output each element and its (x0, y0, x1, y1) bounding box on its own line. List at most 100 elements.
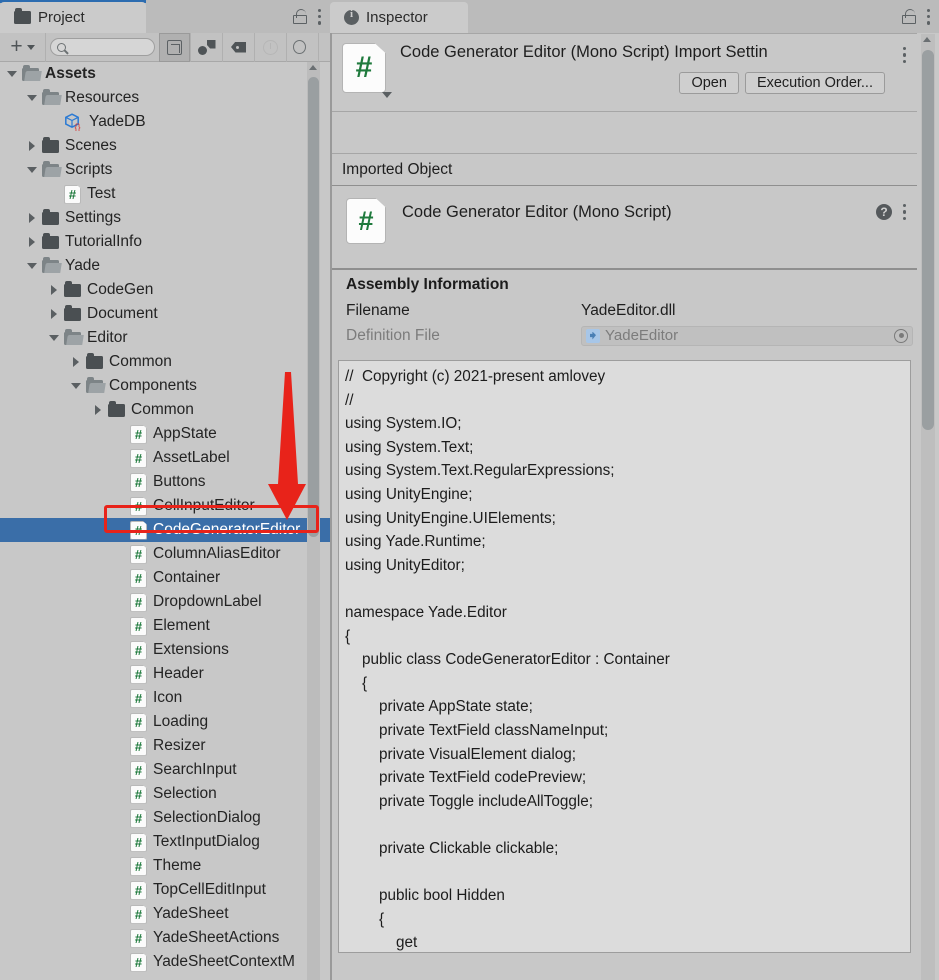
kebab-menu-icon[interactable] (903, 204, 907, 220)
tree-row-icon: # (130, 640, 147, 660)
tree-row-icon: # (130, 520, 147, 540)
tree-row[interactable]: # TextInputDialog (0, 830, 330, 854)
tree-twisty-expanded[interactable] (2, 71, 22, 77)
tree-twisty-expanded[interactable] (22, 263, 42, 269)
tree-twisty-collapsed[interactable] (44, 309, 64, 319)
tree-row[interactable]: # TopCellEditInput (0, 878, 330, 902)
tree-row[interactable]: Scenes (0, 134, 330, 158)
tree-row[interactable]: Document (0, 302, 330, 326)
assembly-filename-row: Filename YadeEditor.dll (332, 298, 917, 323)
tree-row[interactable]: # Selection (0, 782, 330, 806)
tree-row[interactable]: # ColumnAliasEditor (0, 542, 330, 566)
tree-row[interactable]: # CellInputEditor (0, 494, 330, 518)
project-vertical-scrollbar[interactable] (307, 62, 320, 980)
tree-row[interactable]: # AssetLabel (0, 446, 330, 470)
tab-inspector[interactable]: Inspector (330, 2, 468, 33)
tree-row[interactable]: Common (0, 398, 330, 422)
history-button[interactable] (255, 32, 287, 62)
kebab-menu-icon[interactable] (927, 8, 931, 25)
execution-order-button[interactable]: Execution Order... (744, 72, 885, 94)
folder-icon (42, 136, 59, 153)
tree-row-icon: # (130, 544, 147, 564)
asset-dropdown-caret-icon[interactable] (382, 92, 392, 98)
tree-row[interactable]: # Container (0, 566, 330, 590)
search-input-field[interactable] (70, 41, 148, 53)
tree-row[interactable]: Yade (0, 254, 330, 278)
tree-row-selected[interactable]: # CodeGeneratorEditor (0, 518, 330, 542)
tree-row[interactable]: # Theme (0, 854, 330, 878)
tree-row[interactable]: # Resizer (0, 734, 330, 758)
tree-twisty-expanded[interactable] (66, 383, 86, 389)
scroll-up-arrow-icon[interactable] (923, 37, 931, 42)
tree-row[interactable]: # SelectionDialog (0, 806, 330, 830)
tree-row-icon: # (64, 184, 81, 204)
filter-by-type-button[interactable] (191, 32, 223, 62)
tree-row[interactable]: TutorialInfo (0, 230, 330, 254)
tree-twisty-collapsed[interactable] (44, 285, 64, 295)
tree-twisty-expanded[interactable] (22, 167, 42, 173)
tree-row[interactable]: # Test (0, 182, 330, 206)
tree-row-icon (64, 328, 81, 345)
tree-twisty-collapsed[interactable] (22, 141, 42, 151)
tree-twisty-collapsed[interactable] (66, 357, 86, 367)
script-source-preview[interactable]: // Copyright (c) 2021-present amlovey //… (338, 360, 911, 953)
tree-row[interactable]: CodeGen (0, 278, 330, 302)
target-icon[interactable] (894, 328, 908, 343)
scroll-up-arrow-icon[interactable] (309, 65, 317, 70)
tree-row[interactable]: Settings (0, 206, 330, 230)
filter-by-label-button[interactable] (223, 32, 255, 62)
tree-row-label: Extensions (153, 641, 229, 658)
tree-row[interactable]: # DropdownLabel (0, 590, 330, 614)
tree-row[interactable]: Components (0, 374, 330, 398)
assembly-definition-file-row: Definition File YadeEditor (332, 323, 917, 348)
scrollbar-thumb[interactable] (308, 77, 319, 537)
tree-row[interactable]: # YadeSheetActions (0, 926, 330, 950)
header-kebab-menu-icon[interactable] (903, 47, 907, 63)
tree-twisty-collapsed[interactable] (22, 213, 42, 223)
tree-row[interactable]: # Extensions (0, 638, 330, 662)
tree-row[interactable]: Editor (0, 326, 330, 350)
tree-twisty-collapsed[interactable] (22, 237, 42, 247)
tree-row-icon (108, 400, 125, 417)
search-input[interactable] (50, 38, 155, 56)
kebab-menu-icon[interactable] (318, 8, 322, 25)
csharp-script-icon: # (130, 712, 147, 732)
tree-row[interactable]: # SearchInput (0, 758, 330, 782)
tree-row-label: SelectionDialog (153, 809, 261, 826)
tree-twisty-expanded[interactable] (22, 95, 42, 101)
tree-row[interactable]: Common (0, 350, 330, 374)
chevron-right-icon (51, 309, 57, 319)
create-asset-button[interactable]: + (0, 32, 46, 62)
tree-row[interactable]: # AppState (0, 422, 330, 446)
tab-project[interactable]: Project (0, 2, 146, 33)
chevron-down-icon (7, 71, 17, 77)
assembly-definition-file-field[interactable]: YadeEditor (581, 325, 913, 346)
imported-object-section-title: Imported Object (332, 154, 917, 186)
overflow-button[interactable] (287, 32, 319, 62)
tree-row[interactable]: # YadeSheet (0, 902, 330, 926)
open-in-new-window-button[interactable] (159, 32, 191, 62)
tree-row[interactable]: # Icon (0, 686, 330, 710)
tree-row[interactable]: Resources (0, 86, 330, 110)
tree-twisty-expanded[interactable] (44, 335, 64, 341)
tree-row-label: YadeSheetContextM (153, 953, 295, 970)
open-button[interactable]: Open (679, 72, 739, 94)
assembly-information-block: Assembly Information Filename YadeEditor… (332, 270, 917, 356)
inspector-vertical-scrollbar[interactable] (921, 34, 935, 980)
tree-row-label: Common (109, 353, 172, 370)
csharp-script-icon: # (130, 424, 147, 444)
unlocked-padlock-icon[interactable] (901, 9, 916, 24)
tree-row[interactable]: # Buttons (0, 470, 330, 494)
help-icon[interactable] (876, 204, 892, 220)
tree-row[interactable]: # Header (0, 662, 330, 686)
tree-row[interactable]: {} YadeDB (0, 110, 330, 134)
scrollbar-thumb[interactable] (922, 50, 934, 430)
tree-twisty-collapsed[interactable] (88, 405, 108, 415)
tree-row[interactable]: # YadeSheetContextM (0, 950, 330, 974)
tree-row[interactable]: Assets (0, 62, 330, 86)
tree-row[interactable]: # Element (0, 614, 330, 638)
unlocked-padlock-icon[interactable] (292, 9, 307, 24)
tree-row[interactable]: Scripts (0, 158, 330, 182)
tree-row[interactable]: # Loading (0, 710, 330, 734)
import-settings-header: # Code Generator Editor (Mono Script) Im… (332, 34, 917, 112)
